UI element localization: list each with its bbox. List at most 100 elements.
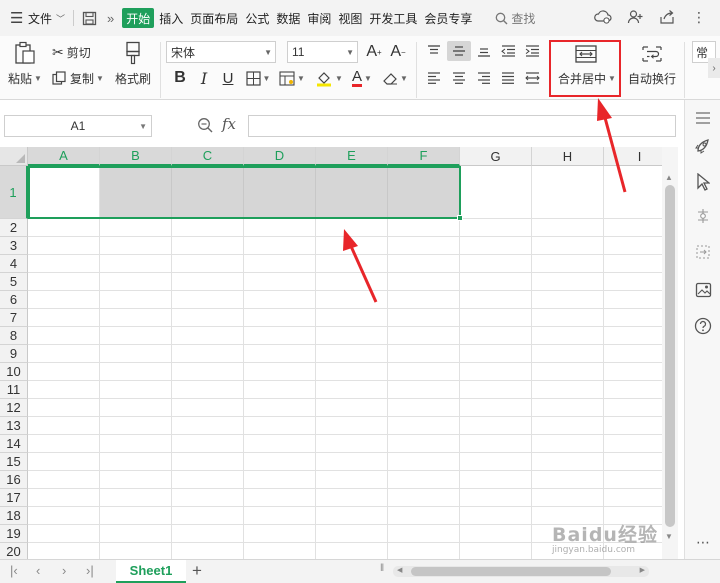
cell-h14[interactable] [532, 435, 604, 453]
fill-color-button[interactable]: ▼ [313, 68, 345, 88]
tab-member[interactable]: 会员专享 [422, 7, 474, 29]
wrap-text-button[interactable]: 自动换行 [626, 70, 678, 86]
splitter-handle-icon[interactable]: ‖ [380, 563, 384, 574]
cell-c9[interactable] [172, 345, 244, 363]
cell-d14[interactable] [244, 435, 316, 453]
cell-g3[interactable] [460, 237, 532, 255]
cell-f19[interactable] [388, 525, 460, 543]
cell-d4[interactable] [244, 255, 316, 273]
cell-f10[interactable] [388, 363, 460, 381]
insert-function-icon[interactable]: fx [222, 115, 236, 133]
hamburger-menu-icon[interactable]: ☰ [8, 7, 26, 29]
cell-d6[interactable] [244, 291, 316, 309]
cell-e17[interactable] [316, 489, 388, 507]
row-header-1[interactable]: 1 [0, 166, 28, 219]
cell-c4[interactable] [172, 255, 244, 273]
cell-h17[interactable] [532, 489, 604, 507]
select-all-corner[interactable] [0, 147, 28, 166]
cell-f20[interactable] [388, 543, 460, 559]
cell-e3[interactable] [316, 237, 388, 255]
cell-e18[interactable] [316, 507, 388, 525]
cell-f7[interactable] [388, 309, 460, 327]
cell-e9[interactable] [316, 345, 388, 363]
zoom-search-icon[interactable] [197, 117, 213, 137]
cell-c12[interactable] [172, 399, 244, 417]
cell-c14[interactable] [172, 435, 244, 453]
cell-e2[interactable] [316, 219, 388, 237]
row-header-10[interactable]: 10 [0, 363, 28, 381]
cell-c17[interactable] [172, 489, 244, 507]
cell-f11[interactable] [388, 381, 460, 399]
row-header-2[interactable]: 2 [0, 219, 28, 237]
cell-d5[interactable] [244, 273, 316, 291]
font-size-select[interactable]: 11 ▼ [287, 41, 358, 63]
cell-f12[interactable] [388, 399, 460, 417]
cell-a6[interactable] [28, 291, 100, 309]
cell-b8[interactable] [100, 327, 172, 345]
tab-page-layout[interactable]: 页面布局 [188, 7, 240, 29]
cut-button[interactable]: ✂ 剪切 [52, 43, 100, 61]
cell-b20[interactable] [100, 543, 172, 559]
cell-e13[interactable] [316, 417, 388, 435]
decrease-indent-icon[interactable] [498, 42, 518, 60]
cursor-select-icon[interactable] [693, 172, 713, 192]
row-header-6[interactable]: 6 [0, 291, 28, 309]
formula-input[interactable] [248, 115, 676, 137]
align-middle-icon[interactable] [447, 41, 471, 61]
cell-h12[interactable] [532, 399, 604, 417]
cell-h1[interactable] [532, 166, 604, 219]
panel-menu-icon[interactable] [693, 108, 713, 128]
cell-c16[interactable] [172, 471, 244, 489]
cell-d13[interactable] [244, 417, 316, 435]
align-right-icon[interactable] [474, 69, 494, 87]
cell-g7[interactable] [460, 309, 532, 327]
cell-g2[interactable] [460, 219, 532, 237]
image-tool-icon[interactable] [693, 280, 713, 300]
cell-b15[interactable] [100, 453, 172, 471]
sheet-tab-sheet1[interactable]: Sheet1 [116, 560, 186, 583]
scroll-left-icon[interactable]: ◀ [397, 566, 402, 574]
row-header-17[interactable]: 17 [0, 489, 28, 507]
row-header-9[interactable]: 9 [0, 345, 28, 363]
cell-h13[interactable] [532, 417, 604, 435]
align-center-icon[interactable] [449, 69, 469, 87]
scroll-right-icon[interactable]: ▶ [640, 566, 645, 574]
decrease-font-size-icon[interactable]: A − [388, 42, 408, 62]
cell-a18[interactable] [28, 507, 100, 525]
cell-e12[interactable] [316, 399, 388, 417]
cell-f8[interactable] [388, 327, 460, 345]
row-header-5[interactable]: 5 [0, 273, 28, 291]
collaborate-user-icon[interactable] [626, 8, 644, 26]
cell-g18[interactable] [460, 507, 532, 525]
cell-a17[interactable] [28, 489, 100, 507]
format-painter-icon[interactable] [120, 40, 146, 66]
tab-formulas[interactable]: 公式 [243, 7, 271, 29]
column-header-h[interactable]: H [532, 147, 604, 166]
row-header-3[interactable]: 3 [0, 237, 28, 255]
row-header-18[interactable]: 18 [0, 507, 28, 525]
column-header-d[interactable]: D [244, 147, 316, 166]
cell-g6[interactable] [460, 291, 532, 309]
cell-c18[interactable] [172, 507, 244, 525]
cell-g11[interactable] [460, 381, 532, 399]
cell-h15[interactable] [532, 453, 604, 471]
next-sheet-icon[interactable]: › [62, 563, 66, 578]
cell-a16[interactable] [28, 471, 100, 489]
align-left-icon[interactable] [424, 69, 444, 87]
cell-h11[interactable] [532, 381, 604, 399]
font-name-select[interactable]: 宋体 ▼ [166, 41, 276, 63]
cell-a12[interactable] [28, 399, 100, 417]
cell-a15[interactable] [28, 453, 100, 471]
cell-f15[interactable] [388, 453, 460, 471]
column-header-f[interactable]: F [388, 147, 460, 166]
clear-format-button[interactable]: ▼ [381, 68, 409, 88]
cell-b10[interactable] [100, 363, 172, 381]
cell-b18[interactable] [100, 507, 172, 525]
cell-g12[interactable] [460, 399, 532, 417]
horizontal-scroll-thumb[interactable] [411, 567, 611, 576]
distributed-align-icon[interactable] [522, 69, 542, 87]
cell-b16[interactable] [100, 471, 172, 489]
row-header-16[interactable]: 16 [0, 471, 28, 489]
cell-e7[interactable] [316, 309, 388, 327]
cell-h3[interactable] [532, 237, 604, 255]
